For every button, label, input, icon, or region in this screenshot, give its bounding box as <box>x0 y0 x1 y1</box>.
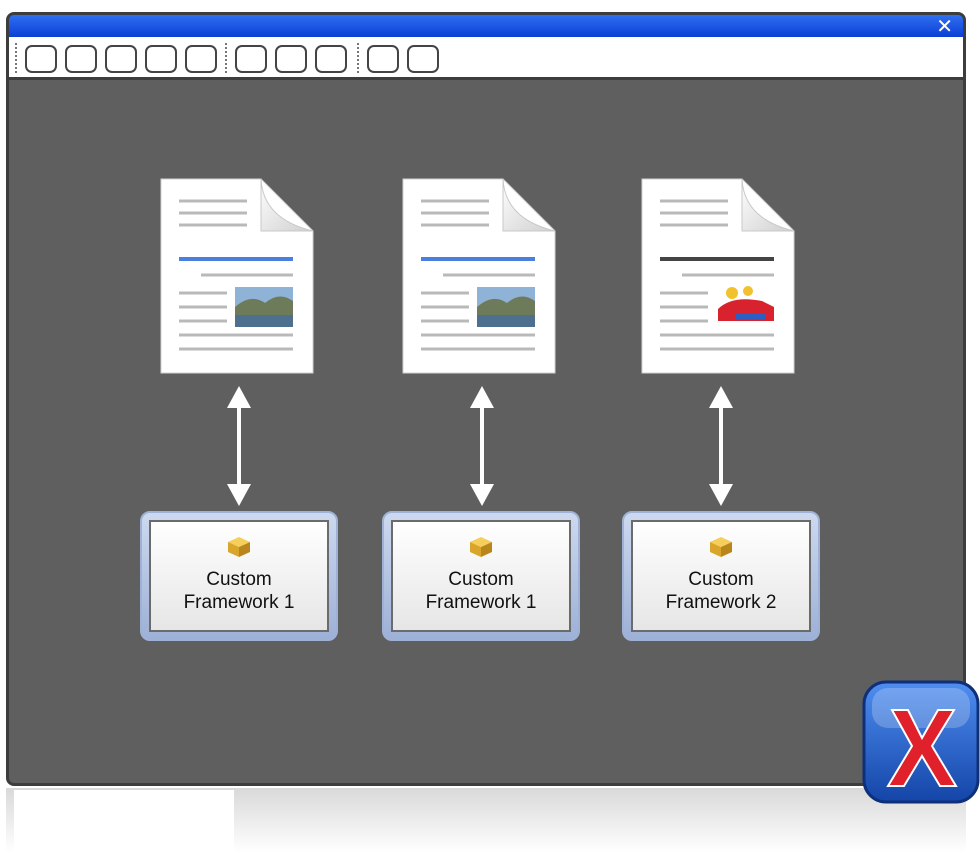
landscape-photo-icon <box>235 287 293 327</box>
framework-box[interactable]: Custom Framework 1 <box>382 511 580 641</box>
toolbar-button-icon[interactable] <box>275 45 307 73</box>
framework-label-line1: Custom <box>206 569 272 590</box>
document-icon <box>641 178 795 374</box>
bidirectional-arrow-icon <box>709 386 733 506</box>
close-icon[interactable]: ✕ <box>936 15 953 37</box>
framework-box-inner: Custom Framework 1 <box>149 520 329 632</box>
toolbar-button-icon[interactable] <box>407 45 439 73</box>
package-icon <box>470 537 492 557</box>
framework-box[interactable]: Custom Framework 1 <box>140 511 338 641</box>
framework-label-line2: Framework 1 <box>183 592 295 613</box>
toolbar-button-icon[interactable] <box>145 45 177 73</box>
toolbar-button-icon[interactable] <box>235 45 267 73</box>
toolbar-button-icon[interactable] <box>367 45 399 73</box>
oxygen-xml-logo-icon <box>862 680 980 804</box>
document-icon <box>160 178 314 374</box>
framework-label-line2: Framework 2 <box>665 592 777 613</box>
package-icon <box>710 537 732 557</box>
framework-label-line1: Custom <box>448 569 514 590</box>
reflection-blank-area <box>14 790 234 864</box>
toolbar-separator <box>225 43 227 73</box>
landscape-photo-icon <box>477 287 535 327</box>
framework-box-inner: Custom Framework 2 <box>631 520 811 632</box>
window-reflection <box>6 788 966 864</box>
document-icon <box>402 178 556 374</box>
toolbar-button-icon[interactable] <box>65 45 97 73</box>
toolbar-button-icon[interactable] <box>105 45 137 73</box>
bidirectional-arrow-icon <box>470 386 494 506</box>
toolbar-button-icon[interactable] <box>315 45 347 73</box>
framework-label-line2: Framework 1 <box>425 592 537 613</box>
framework-label: Custom Framework 1 <box>184 568 295 614</box>
framework-label: Custom Framework 2 <box>666 568 777 614</box>
toolbar-separator <box>357 43 359 73</box>
framework-label: Custom Framework 1 <box>426 568 537 614</box>
toolbar-button-icon[interactable] <box>25 45 57 73</box>
toolbar-separator <box>15 43 17 73</box>
window-titlebar: ✕ <box>9 15 963 37</box>
bidirectional-arrow-icon <box>227 386 251 506</box>
package-icon <box>228 537 250 557</box>
framework-box-inner: Custom Framework 1 <box>391 520 571 632</box>
toolbar-button-icon[interactable] <box>185 45 217 73</box>
toolbar <box>9 37 963 80</box>
framework-label-line1: Custom <box>688 569 754 590</box>
framework-box[interactable]: Custom Framework 2 <box>622 511 820 641</box>
clipart-car-icon <box>716 286 774 327</box>
